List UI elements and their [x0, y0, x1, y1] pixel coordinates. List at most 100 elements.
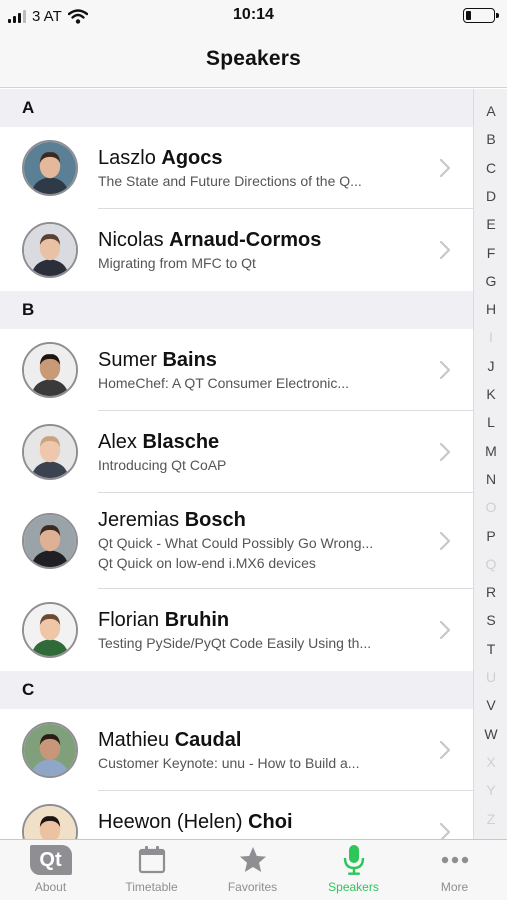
- speaker-name: Mathieu Caudal: [98, 727, 425, 753]
- index-letter-m[interactable]: M: [474, 443, 507, 459]
- speaker-text: Mathieu Caudal Customer Keynote: unu - Ho…: [98, 727, 425, 773]
- tab-about[interactable]: Qt About: [0, 840, 101, 900]
- speaker-first-name: Jeremias: [98, 509, 180, 531]
- talk-title: Introducing Qt CoAP: [98, 457, 227, 473]
- navigation-bar: Speakers: [0, 32, 507, 88]
- chevron-right-icon: [439, 620, 451, 640]
- section-header-c: C: [0, 671, 473, 709]
- index-letter-v[interactable]: V: [474, 697, 507, 713]
- index-letter-w[interactable]: W: [474, 726, 507, 742]
- index-letter-k[interactable]: K: [474, 386, 507, 402]
- chevron-right-icon: [439, 240, 451, 260]
- index-letter-j[interactable]: J: [474, 358, 507, 374]
- speaker-last-name: Caudal: [174, 729, 242, 751]
- avatar: [22, 140, 78, 196]
- chevron-right-icon: [439, 360, 451, 380]
- section-header-b: B: [0, 291, 473, 329]
- tab-speakers[interactable]: Speakers: [303, 840, 404, 900]
- chevron-right-icon: [439, 822, 451, 839]
- speaker-text: Heewon (Helen) Choi: [98, 809, 425, 835]
- talk-title: The State and Future Directions of the Q…: [98, 173, 362, 189]
- speaker-text: Florian Bruhin Testing PySide/PyQt Code E…: [98, 607, 425, 653]
- speaker-first-name: Florian: [98, 609, 160, 631]
- speaker-last-name: Bosch: [184, 509, 246, 531]
- tab-more-label: More: [440, 880, 469, 894]
- index-letter-t[interactable]: T: [474, 641, 507, 657]
- speaker-row[interactable]: Laszlo Agocs The State and Future Directi…: [0, 127, 473, 209]
- speaker-name: Laszlo Agocs: [98, 145, 425, 171]
- talk-title: Migrating from MFC to Qt: [98, 255, 256, 271]
- index-letter-c[interactable]: C: [474, 160, 507, 176]
- speaker-last-name: Choi: [248, 811, 293, 833]
- chevron-right-icon: [439, 158, 451, 178]
- speaker-text: Sumer Bains HomeChef: A QT Consumer Elect…: [98, 347, 425, 393]
- tab-favorites[interactable]: Favorites: [202, 840, 303, 900]
- speaker-row[interactable]: Mathieu Caudal Customer Keynote: unu - Ho…: [0, 709, 473, 791]
- tab-more[interactable]: More: [404, 840, 505, 900]
- speaker-text: Jeremias Bosch Qt Quick - What Could Poss…: [98, 507, 425, 573]
- index-letter-s[interactable]: S: [474, 612, 507, 628]
- chevron-right-icon: [439, 531, 451, 551]
- speaker-name: Florian Bruhin: [98, 607, 425, 633]
- index-letter-z[interactable]: Z: [474, 811, 507, 827]
- index-letter-e[interactable]: E: [474, 216, 507, 232]
- tab-timetable-label: Timetable: [125, 880, 178, 894]
- talk-title: Testing PySide/PyQt Code Easily Using th…: [98, 635, 372, 651]
- index-letter-b[interactable]: B: [474, 131, 507, 147]
- index-letter-a[interactable]: A: [474, 103, 507, 119]
- chevron-right-icon: [439, 740, 451, 760]
- more-dots-icon: [434, 844, 476, 876]
- avatar: [22, 602, 78, 658]
- index-letter-d[interactable]: D: [474, 188, 507, 204]
- index-letter-o[interactable]: O: [474, 499, 507, 515]
- qt-logo-icon: Qt: [29, 844, 72, 876]
- speaker-row[interactable]: Heewon (Helen) Choi: [0, 791, 473, 839]
- tab-about-label: About: [34, 880, 67, 894]
- index-letter-n[interactable]: N: [474, 471, 507, 487]
- speaker-row[interactable]: Jeremias Bosch Qt Quick - What Could Poss…: [0, 493, 473, 589]
- status-bar: 3 AT 10:14: [0, 0, 507, 32]
- speaker-name: Sumer Bains: [98, 347, 425, 373]
- alphabet-index[interactable]: ABCDEFGHIJKLMNOPQRSTUVWXYZ: [473, 89, 507, 839]
- speaker-list[interactable]: A Laszlo Agocs The State and Future Direct…: [0, 89, 473, 839]
- tab-favorites-label: Favorites: [227, 880, 278, 894]
- index-letter-x[interactable]: X: [474, 754, 507, 770]
- index-letter-q[interactable]: Q: [474, 556, 507, 572]
- avatar: [22, 722, 78, 778]
- calendar-icon: [131, 844, 173, 876]
- speaker-text: Laszlo Agocs The State and Future Directi…: [98, 145, 425, 191]
- speaker-last-name: Blasche: [142, 431, 220, 453]
- speaker-last-name: Bruhin: [164, 609, 230, 631]
- index-letter-f[interactable]: F: [474, 245, 507, 261]
- talk-title: Customer Keynote: unu - How to Build a..…: [98, 755, 360, 771]
- speaker-first-name: Heewon (Helen): [98, 811, 243, 833]
- tab-speakers-label: Speakers: [328, 880, 379, 894]
- speaker-row[interactable]: Florian Bruhin Testing PySide/PyQt Code E…: [0, 589, 473, 671]
- speaker-row[interactable]: Sumer Bains HomeChef: A QT Consumer Elect…: [0, 329, 473, 411]
- speaker-name: Jeremias Bosch: [98, 507, 425, 533]
- tab-bar: Qt About Timetable Favorites Speakers Mo…: [0, 839, 507, 900]
- index-letter-u[interactable]: U: [474, 669, 507, 685]
- speaker-last-name: Bains: [162, 349, 217, 371]
- avatar: [22, 222, 78, 278]
- star-icon: [232, 844, 274, 876]
- index-letter-p[interactable]: P: [474, 528, 507, 544]
- avatar: [22, 513, 78, 569]
- index-letter-l[interactable]: L: [474, 414, 507, 430]
- speaker-first-name: Laszlo: [98, 147, 156, 169]
- index-letter-g[interactable]: G: [474, 273, 507, 289]
- speaker-text: Alex Blasche Introducing Qt CoAP: [98, 429, 425, 475]
- talk-title: HomeChef: A QT Consumer Electronic...: [98, 375, 350, 391]
- index-letter-i[interactable]: I: [474, 329, 507, 345]
- index-letter-r[interactable]: R: [474, 584, 507, 600]
- avatar: [22, 804, 78, 839]
- index-letter-y[interactable]: Y: [474, 782, 507, 798]
- clock: 10:14: [233, 6, 274, 23]
- tab-timetable[interactable]: Timetable: [101, 840, 202, 900]
- speaker-name: Heewon (Helen) Choi: [98, 809, 425, 835]
- speaker-row[interactable]: Alex Blasche Introducing Qt CoAP: [0, 411, 473, 493]
- speaker-row[interactable]: Nicolas Arnaud-Cormos Migrating from MFC …: [0, 209, 473, 291]
- index-letter-h[interactable]: H: [474, 301, 507, 317]
- speaker-last-name: Arnaud-Cormos: [169, 229, 322, 251]
- speaker-first-name: Mathieu: [98, 729, 170, 751]
